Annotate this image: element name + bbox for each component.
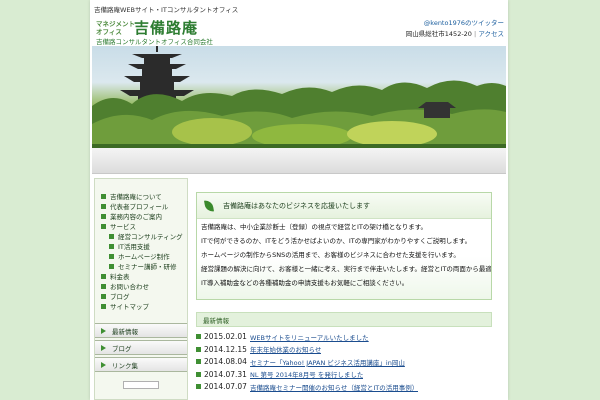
news-item: 2014.12.15 年末年始休業のお知らせ — [196, 344, 492, 356]
news-date: 2014.08.04 — [204, 357, 247, 367]
square-bullet-icon — [101, 283, 106, 289]
news-date: 2015.02.01 — [204, 332, 247, 342]
sidebar-item-label: ホームページ制作 — [118, 253, 170, 261]
contact-line: 岡山県総社市1452-20 | アクセス — [406, 28, 504, 38]
sidebar-item-label: 料金表 — [110, 273, 130, 281]
sidebar-item-label: セミナー講師・研修 — [118, 263, 177, 271]
info-heading: 吉備路庵はあなたのビジネスを応援いたします — [197, 193, 491, 219]
sidebar-item[interactable]: お問い合わせ — [95, 281, 187, 291]
sidebar-item-label: 代表者プロフィール — [110, 203, 169, 211]
square-bullet-icon — [109, 233, 114, 239]
sidebar-section-blog[interactable]: ブログ — [95, 340, 187, 355]
sidebar-item[interactable]: 代表者プロフィール — [95, 201, 187, 211]
sidebar-section-news[interactable]: 最新情報 — [95, 323, 187, 338]
news-date: 2014.07.07 — [204, 382, 247, 392]
address-text: 岡山県総社市1452-20 — [405, 30, 472, 38]
sidebar-section-links[interactable]: リンク集 — [95, 357, 187, 372]
landscape-illustration — [92, 46, 506, 150]
info-heading-text: 吉備路庵はあなたのビジネスを応援いたします — [223, 201, 370, 210]
square-bullet-icon — [196, 384, 201, 390]
news-item: 2014.07.07 吉備路庵セミナー開催のお知らせ（経営とITの活用事例） — [196, 381, 492, 393]
square-bullet-icon — [196, 334, 201, 340]
info-paragraph: 吉備路庵は、中小企業診断士（登録）の視点で経営とITの架け橋となります。 — [201, 223, 428, 231]
site-tagline: 吉備路庵WEBサイト・ITコンサルタントオフィス — [94, 6, 239, 14]
sidebar-subitem[interactable]: 経営コンサルティング — [95, 231, 187, 241]
sidebar-item[interactable]: 業務内容のご案内 — [95, 211, 187, 221]
sidebar-item-label: サービス — [110, 223, 136, 231]
news-item: 2014.07.31 NL 第号 2014年8月号 を発行しました — [196, 369, 492, 381]
sidebar-item[interactable]: サービス — [95, 221, 187, 231]
news-title-link[interactable]: セミナー「Yahoo! JAPAN ビジネス活用講座」in岡山 — [250, 357, 405, 367]
sidebar-item-label: 吉備路庵について — [110, 193, 162, 201]
arrow-right-icon — [101, 344, 106, 351]
news-title-link[interactable]: 年末年始休業のお知らせ — [250, 344, 321, 354]
twitter-link[interactable]: @kento1976のツイッター — [424, 17, 504, 27]
main-content: 吉備路庵はあなたのビジネスを応援いたします 吉備路庵は、中小企業診断士（登録）の… — [196, 192, 492, 393]
info-paragraph: ITで何ができるのか、ITをどう活かせばよいのか、ITの専門家がわかりやすくご説… — [201, 237, 472, 245]
news-title-link[interactable]: NL 第号 2014年8月号 を発行しました — [250, 369, 363, 379]
news-heading: 最新情報 — [196, 312, 492, 327]
leaf-icon — [204, 198, 214, 213]
news-list: 2015.02.01 WEBサイトをリニューアルいたしました 2014.12.1… — [196, 331, 492, 393]
sidebar-item-label: IT活用支援 — [118, 243, 150, 251]
square-bullet-icon — [196, 359, 201, 365]
square-bullet-icon — [101, 303, 106, 309]
square-bullet-icon — [101, 213, 106, 219]
contact-separator: | — [474, 30, 477, 38]
square-bullet-icon — [196, 371, 201, 377]
info-paragraph: 経営課題の解決に向けて、お客様と一緒に考え、実行まで伴走いたします。経営とITの… — [201, 265, 491, 273]
sidebar-item[interactable]: サイトマップ — [95, 301, 187, 311]
info-paragraph: ホームページの制作からSNSの活用まで、お客様のビジネスに合わせた支援を行います… — [201, 251, 460, 259]
square-bullet-icon — [101, 293, 106, 299]
info-paragraph: IT導入補助金などの各種補助金の申請支援もお気軽にご相談ください。 — [201, 279, 409, 287]
arrow-right-icon — [101, 327, 106, 334]
sidebar: 吉備路庵について 代表者プロフィール 業務内容のご案内 サービス 経営コンサルテ… — [94, 178, 188, 400]
logo-subtitle-line1: マネジメント — [96, 20, 135, 28]
access-link[interactable]: アクセス — [478, 30, 504, 38]
news-title-link[interactable]: WEBサイトをリニューアルいたしました — [250, 332, 369, 342]
news-item: 2015.02.01 WEBサイトをリニューアルいたしました — [196, 331, 492, 343]
square-bullet-icon — [196, 346, 201, 352]
square-bullet-icon — [109, 263, 114, 269]
square-bullet-icon — [101, 203, 106, 209]
sidebar-nav: 吉備路庵について 代表者プロフィール 業務内容のご案内 サービス 経営コンサルテ… — [95, 179, 187, 311]
sidebar-subitem[interactable]: ホームページ制作 — [95, 251, 187, 261]
square-bullet-icon — [101, 273, 106, 279]
logo-subtitle-line2: オフィス — [96, 28, 122, 36]
sidebar-subitem[interactable]: IT活用支援 — [95, 241, 187, 251]
sidebar-subitem[interactable]: セミナー講師・研修 — [95, 261, 187, 271]
sidebar-item[interactable]: 料金表 — [95, 271, 187, 281]
sidebar-section-label: 最新情報 — [112, 327, 138, 336]
hero-image — [92, 46, 506, 150]
square-bullet-icon — [101, 193, 106, 199]
sidebar-item-label: 業務内容のご案内 — [110, 213, 162, 221]
sidebar-item-label: ブログ — [110, 293, 130, 301]
square-bullet-icon — [101, 223, 106, 229]
square-bullet-icon — [109, 243, 114, 249]
news-date: 2014.07.31 — [204, 369, 247, 379]
sidebar-item-label: 経営コンサルティング — [118, 233, 183, 241]
site-logo[interactable]: 吉備路庵 — [134, 17, 198, 38]
company-name: 吉備路コンサルタントオフィス合同会社 — [96, 38, 213, 46]
info-panel: 吉備路庵はあなたのビジネスを応援いたします 吉備路庵は、中小企業診断士（登録）の… — [196, 192, 492, 300]
sidebar-search-input[interactable] — [123, 381, 159, 389]
sidebar-section-label: ブログ — [112, 344, 132, 353]
arrow-right-icon — [101, 361, 106, 368]
sidebar-item-label: お問い合わせ — [110, 283, 149, 291]
news-title-link[interactable]: 吉備路庵セミナー開催のお知らせ（経営とITの活用事例） — [250, 382, 418, 392]
square-bullet-icon — [109, 253, 114, 259]
page-container: 吉備路庵WEBサイト・ITコンサルタントオフィス マネジメント オフィス 吉備路… — [90, 0, 508, 400]
sidebar-item[interactable]: ブログ — [95, 291, 187, 301]
sidebar-item[interactable]: 吉備路庵について — [95, 191, 187, 201]
news-date: 2014.12.15 — [204, 344, 247, 354]
sidebar-item-label: サイトマップ — [110, 303, 149, 311]
logo-subtitle: マネジメント オフィス — [96, 20, 135, 36]
news-item: 2014.08.04 セミナー「Yahoo! JAPAN ビジネス活用講座」in… — [196, 356, 492, 368]
hero-banner-strip — [92, 148, 506, 174]
sidebar-section-label: リンク集 — [112, 361, 138, 370]
